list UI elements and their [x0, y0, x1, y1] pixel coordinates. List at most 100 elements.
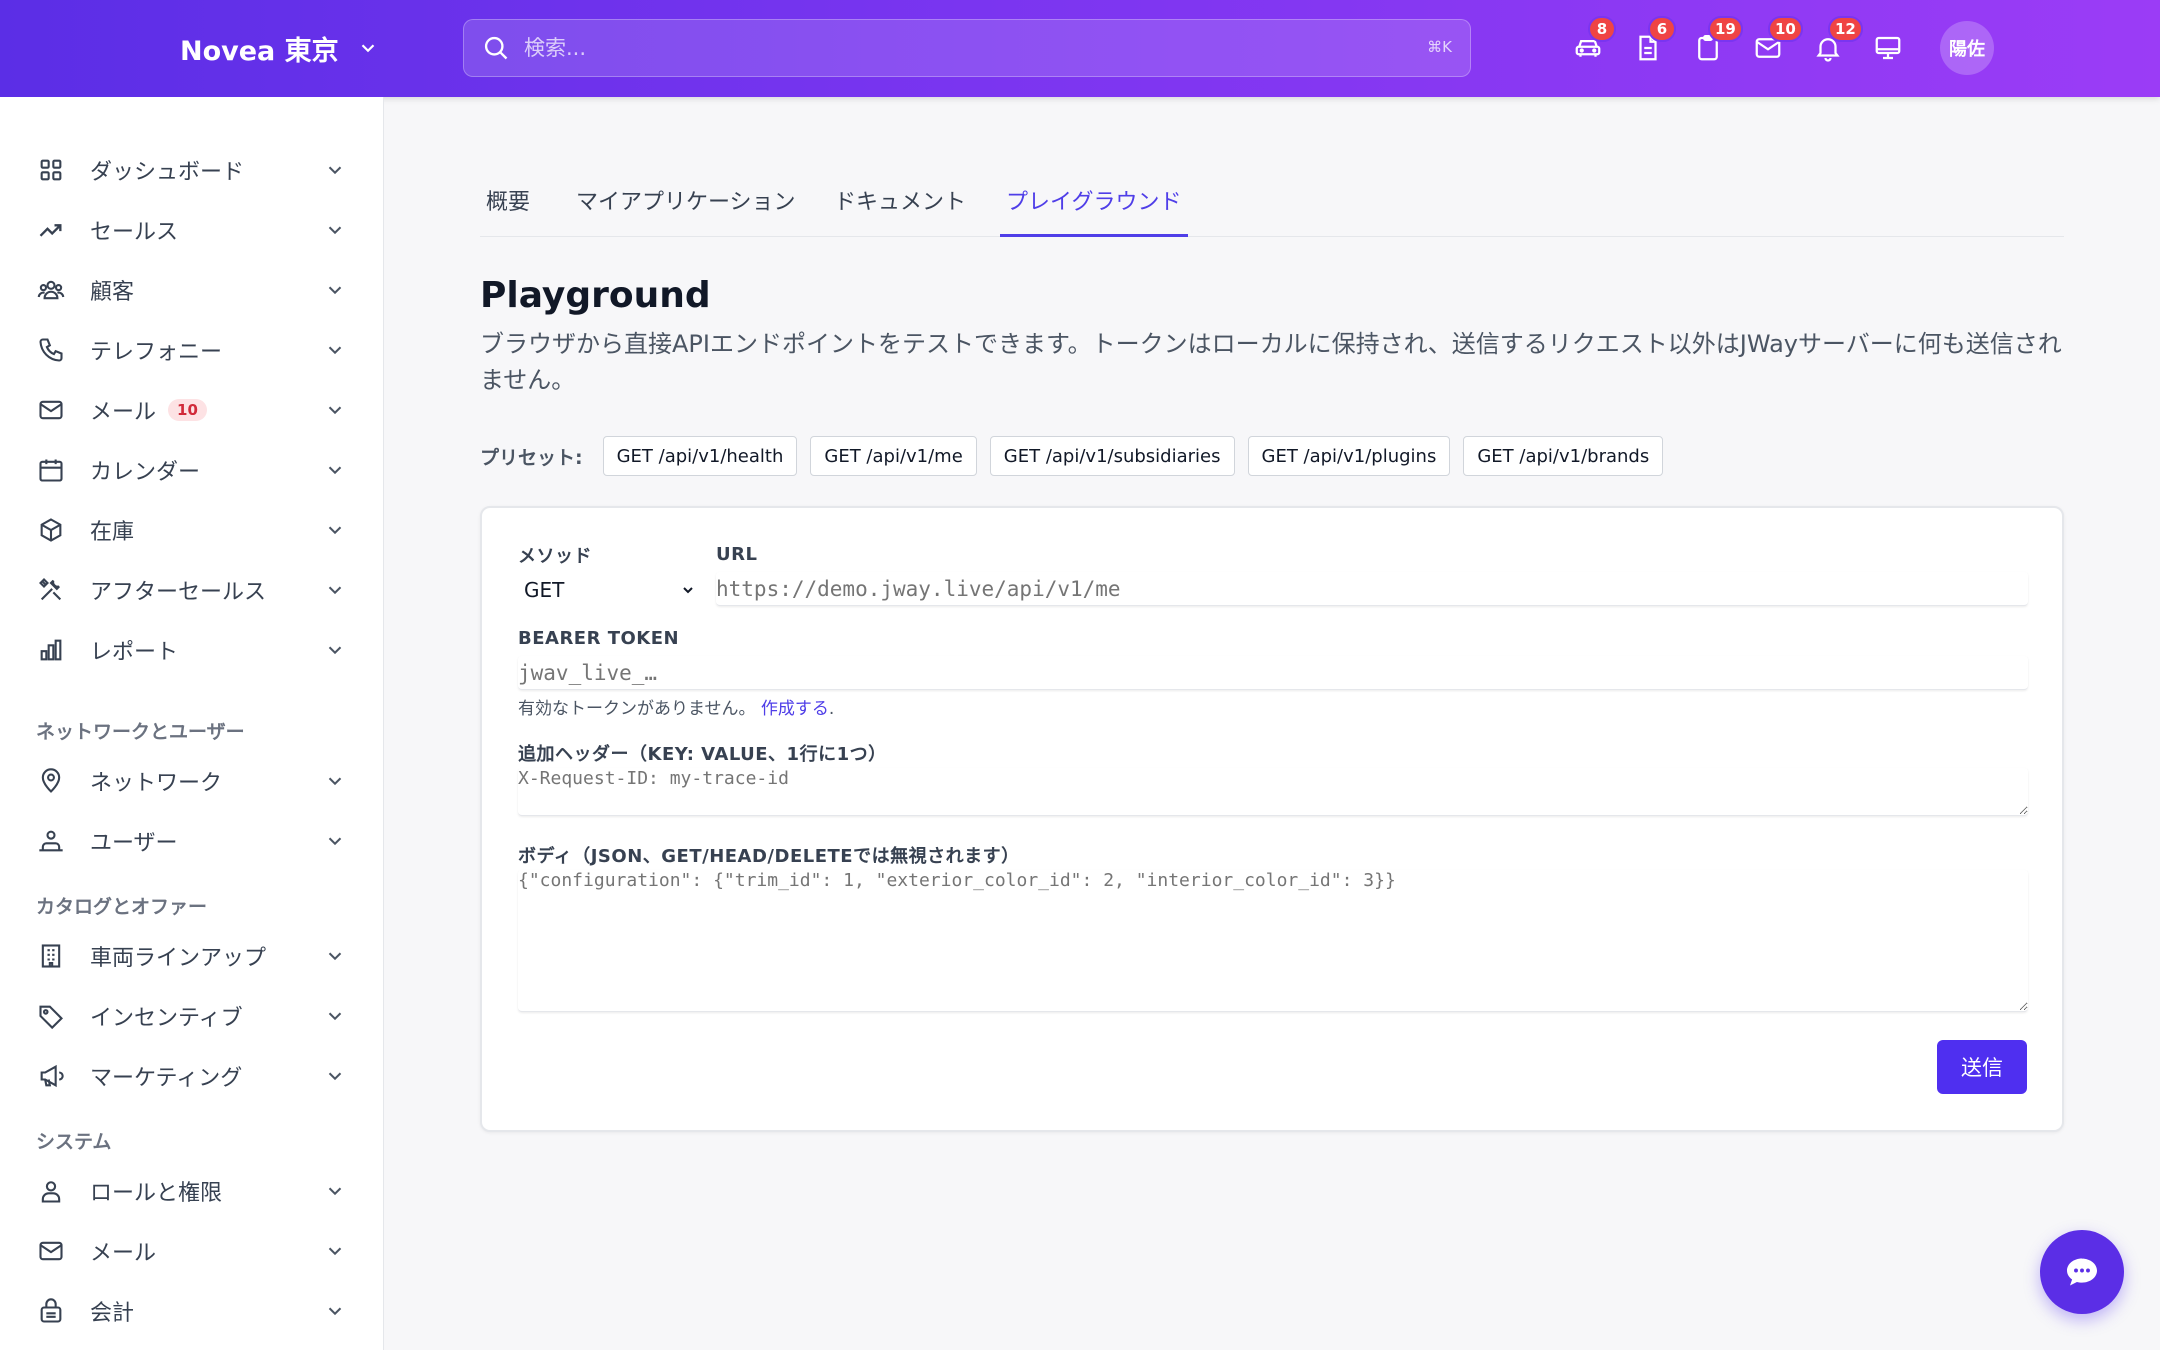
- sidebar-item-label: アフターセールス: [90, 580, 267, 605]
- user-group-icon: [36, 826, 66, 856]
- headers-label: 追加ヘッダー（KEY: VALUE、1行に1つ）: [518, 744, 887, 765]
- sidebar-item-calendar[interactable]: カレンダー: [36, 447, 356, 493]
- search-icon: [484, 36, 508, 60]
- chevron-down-icon: [328, 1307, 342, 1316]
- tag-icon: [36, 1001, 66, 1031]
- car-button[interactable]: 8: [1570, 16, 1616, 70]
- building-icon: [36, 941, 66, 971]
- lock-bag-icon: [36, 1296, 66, 1326]
- chat-button[interactable]: [2040, 1230, 2124, 1314]
- sidebar-item-reports[interactable]: レポート: [36, 627, 356, 673]
- sidebar-item-accounting[interactable]: 会計: [36, 1288, 356, 1334]
- sidebar-item-label: レポート: [90, 640, 179, 665]
- documents-button[interactable]: 6: [1630, 16, 1676, 70]
- sidebar-item-label: インセンティブ: [90, 1006, 243, 1031]
- display-button[interactable]: [1870, 26, 1906, 70]
- sidebar-item-label: カレンダー: [90, 460, 201, 485]
- token-hint-end: .: [828, 699, 835, 719]
- avatar[interactable]: 陽佐: [1940, 21, 1994, 75]
- bearer-token-input[interactable]: [518, 656, 2028, 690]
- sidebar-item-vehicle-lineup[interactable]: 車両ラインアップ: [36, 933, 356, 979]
- method-select[interactable]: GET: [518, 574, 700, 606]
- notification-badge: 6: [1648, 16, 1676, 42]
- sidebar-item-sales[interactable]: セールス: [36, 207, 356, 253]
- preset-plugins-button[interactable]: GET /api/v1/plugins: [1247, 436, 1451, 476]
- org-switcher[interactable]: Novea 東京: [180, 28, 379, 68]
- headers-textarea[interactable]: [518, 768, 2028, 816]
- preset-bar: プリセット: GET /api/v1/health GET /api/v1/me…: [480, 436, 1676, 476]
- section-title-network: ネットワークとユーザー: [36, 721, 245, 743]
- page-description: ブラウザから直接APIエンドポイントをテストできます。トークンはローカルに保持さ…: [480, 330, 2062, 394]
- preset-brands-button[interactable]: GET /api/v1/brands: [1463, 436, 1664, 476]
- sidebar-item-label: 車両ラインアップ: [90, 946, 267, 971]
- token-label: BEARER TOKEN: [518, 628, 680, 649]
- chevron-down-icon: [683, 587, 693, 594]
- sidebar-item-dashboard[interactable]: ダッシュボード: [36, 147, 356, 193]
- sidebar-item-marketing[interactable]: マーケティング: [36, 1053, 356, 1099]
- location-icon: [36, 766, 66, 796]
- sidebar-item-inventory[interactable]: 在庫: [36, 507, 356, 553]
- search-input[interactable]: [524, 28, 1384, 68]
- mail-count-badge: 10: [168, 399, 207, 421]
- sidebar-item-label: メール: [90, 400, 157, 425]
- sidebar-item-aftersales[interactable]: アフターセールス: [36, 567, 356, 613]
- tab-overview[interactable]: 概要: [480, 184, 536, 237]
- url-input[interactable]: [716, 572, 2028, 606]
- chevron-down-icon: [328, 837, 342, 846]
- chevron-down-icon: [328, 286, 342, 295]
- sidebar-item-roles[interactable]: ロールと権限: [36, 1168, 356, 1214]
- mail-button[interactable]: 10: [1750, 16, 1803, 70]
- section-title-catalog: カタログとオファー: [36, 896, 208, 918]
- sidebar-item-label: 会計: [90, 1301, 135, 1326]
- section-title-system: システム: [36, 1131, 112, 1153]
- tab-documents[interactable]: ドキュメント: [828, 184, 972, 237]
- tasks-button[interactable]: 19: [1690, 16, 1743, 70]
- megaphone-icon: [36, 1061, 66, 1091]
- tab-my-applications[interactable]: マイアプリケーション: [570, 184, 802, 237]
- sidebar-item-mail[interactable]: メール 10: [36, 387, 356, 433]
- preset-health-button[interactable]: GET /api/v1/health: [602, 436, 798, 476]
- trending-up-icon: [36, 215, 66, 245]
- chevron-down-icon: [328, 1012, 342, 1021]
- token-hint: 有効なトークンがありません。 作成する.: [518, 694, 834, 719]
- create-token-link[interactable]: 作成する: [761, 699, 829, 719]
- chevron-down-icon: [328, 346, 342, 355]
- body-textarea[interactable]: [518, 870, 2028, 1012]
- preset-subsidiaries-button[interactable]: GET /api/v1/subsidiaries: [989, 436, 1235, 476]
- preset-me-button[interactable]: GET /api/v1/me: [810, 436, 977, 476]
- brand-name: Novea 東京: [180, 35, 339, 67]
- sidebar-item-label: テレフォニー: [90, 340, 223, 365]
- sidebar-item-label: 顧客: [90, 280, 135, 305]
- top-bar: Novea 東京 ⌘K 8 6 19 10 12 陽佐: [0, 0, 2160, 97]
- page-title: Playground: [480, 275, 711, 316]
- chevron-down-icon: [328, 1247, 342, 1256]
- sidebar-item-label: メール: [90, 1241, 157, 1266]
- sidebar-item-network[interactable]: ネットワーク: [36, 758, 356, 804]
- chevron-down-icon: [328, 1187, 342, 1196]
- body-label: ボディ（JSON、GET/HEAD/DELETEでは無視されます）: [518, 846, 1020, 867]
- sidebar-item-incentives[interactable]: インセンティブ: [36, 993, 356, 1039]
- sidebar-item-label: ダッシュボード: [90, 160, 245, 185]
- chevron-down-icon: [328, 646, 342, 655]
- sidebar-item-telephony[interactable]: テレフォニー: [36, 327, 356, 373]
- send-button[interactable]: 送信: [1937, 1040, 2027, 1094]
- chevron-down-icon: [361, 44, 374, 53]
- sidebar-item-label: ロールと権限: [90, 1181, 223, 1206]
- monitor-icon: [1875, 36, 1901, 60]
- user-icon: [36, 1176, 66, 1206]
- sidebar: ダッシュボード セールス 顧客 テレフォニー メール 10 カレンダー 在庫 ア…: [0, 97, 384, 1350]
- sidebar-item-users[interactable]: ユーザー: [36, 818, 356, 864]
- global-search[interactable]: ⌘K: [463, 19, 1471, 77]
- sidebar-item-system-mail[interactable]: メール: [36, 1228, 356, 1274]
- sidebar-item-label: マーケティング: [90, 1066, 243, 1091]
- chevron-down-icon: [328, 166, 342, 175]
- notifications-button[interactable]: 12: [1810, 16, 1863, 70]
- mail-icon: [36, 395, 66, 425]
- bar-chart-icon: [36, 635, 66, 665]
- notification-badge: 19: [1708, 16, 1743, 42]
- tab-bar: 概要 マイアプリケーション ドキュメント プレイグラウンド: [480, 170, 2064, 237]
- sidebar-item-customers[interactable]: 顧客: [36, 267, 356, 313]
- notification-badge: 12: [1828, 16, 1863, 42]
- sidebar-item-label: 在庫: [90, 520, 135, 545]
- tab-playground[interactable]: プレイグラウンド: [1000, 184, 1188, 237]
